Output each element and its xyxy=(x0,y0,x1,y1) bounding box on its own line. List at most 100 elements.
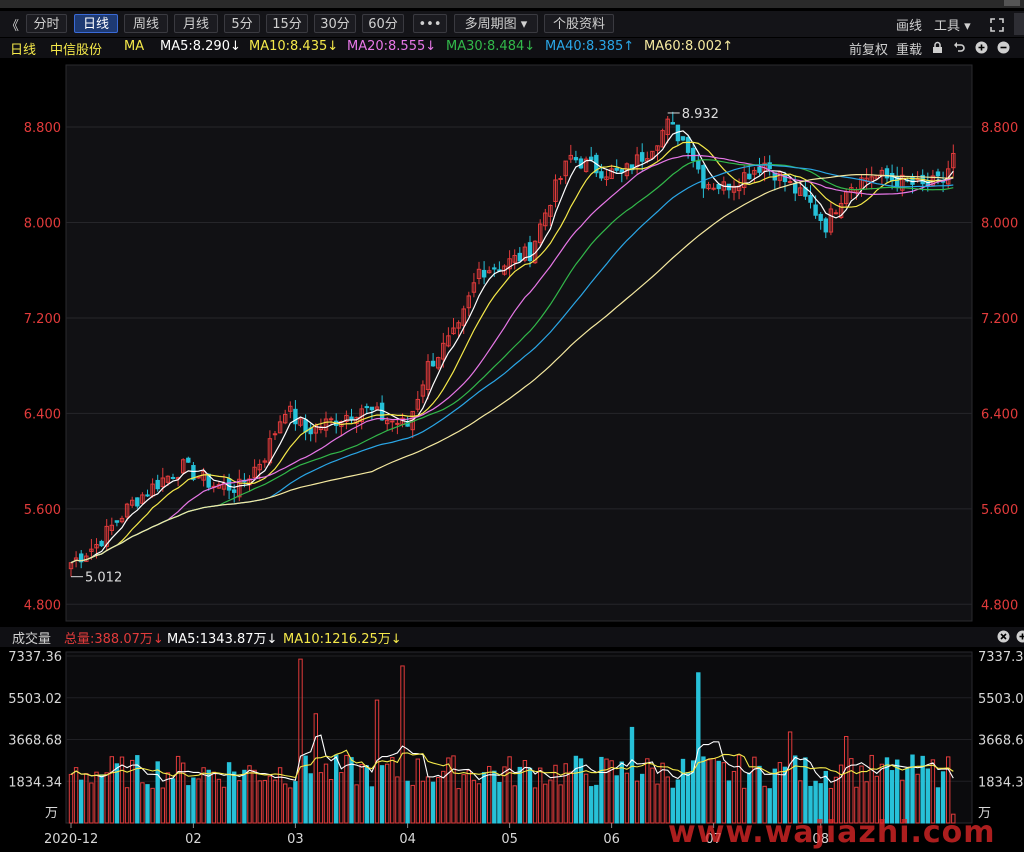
volume-bar xyxy=(680,758,686,824)
volume-bar xyxy=(99,774,104,824)
candle-body xyxy=(696,160,701,170)
volume-bar xyxy=(349,757,354,824)
indicator-info-bar: 日线 中信股份 MA MA5:8.290↓ MA10:8.435↓ MA20:8… xyxy=(0,38,1024,58)
candle-body xyxy=(833,212,839,215)
volume-total: 总量:388.07万↓ xyxy=(64,632,164,647)
search-icon[interactable] xyxy=(1004,0,1020,6)
volume-bar xyxy=(599,756,604,824)
scroll-handle[interactable] xyxy=(1014,13,1024,35)
tab-15min[interactable]: 15分 xyxy=(266,14,308,33)
candle-body xyxy=(757,166,762,173)
tab-weekly[interactable]: 周线 xyxy=(124,14,168,33)
tools-dropdown[interactable]: 工具 ▾ xyxy=(934,15,971,34)
price-tick-left: 5.600 xyxy=(24,503,61,518)
collapse-button[interactable]: 《 xyxy=(6,15,19,34)
candle-body xyxy=(813,204,818,216)
close-icon[interactable] xyxy=(997,630,1010,643)
more-periods-button[interactable]: ••• xyxy=(413,14,447,33)
tab-5min[interactable]: 5分 xyxy=(224,14,260,33)
volume-bar xyxy=(573,755,579,824)
candle-body xyxy=(614,167,619,171)
candle-body xyxy=(573,157,579,161)
fullscreen-icon[interactable] xyxy=(989,17,1005,33)
zoom-in-icon[interactable] xyxy=(975,41,988,54)
candle-body xyxy=(599,171,604,179)
ma30-value: MA30:8.484↓ xyxy=(446,39,536,54)
volume-bar xyxy=(308,773,313,824)
volume-bar xyxy=(145,784,150,824)
ma-label[interactable]: MA xyxy=(124,39,144,54)
tab-daily[interactable]: 日线 xyxy=(74,14,118,33)
top-menu-strip xyxy=(0,0,1024,8)
candle-body xyxy=(670,122,675,125)
volume-bar xyxy=(910,754,915,824)
volume-bar xyxy=(430,781,436,824)
ma10-value: MA10:8.435↓ xyxy=(249,39,339,54)
date-tick-label: 03 xyxy=(287,832,304,847)
volume-tick-left: 5503.02 xyxy=(8,692,62,707)
period-label: 日线 xyxy=(10,43,37,58)
tab-monthly[interactable]: 月线 xyxy=(174,14,218,33)
tab-60min[interactable]: 60分 xyxy=(362,14,404,33)
price-tick-right: 6.400 xyxy=(981,407,1018,422)
candle-body xyxy=(701,165,706,189)
volume-bar xyxy=(206,769,211,824)
volume-bar xyxy=(589,786,594,824)
candle-body xyxy=(691,147,696,162)
candle-body xyxy=(808,195,813,203)
candle-body xyxy=(619,169,624,173)
candle-body xyxy=(369,406,375,411)
candle-body xyxy=(793,182,798,194)
tab-intraday[interactable]: 分时 xyxy=(26,14,67,33)
candle-body xyxy=(884,168,890,179)
candle-body xyxy=(135,497,140,507)
candle-body xyxy=(430,360,436,367)
tab-30min[interactable]: 30分 xyxy=(314,14,356,33)
candle-body xyxy=(787,181,793,184)
price-chart[interactable]: 8.800 8.800 8.000 8.000 7.200 7.200 6.400 6.400… xyxy=(0,58,1024,624)
volume-tick-left: 3668.68 xyxy=(8,734,62,749)
price-tick-right: 5.600 xyxy=(981,503,1018,518)
candle-body xyxy=(114,520,120,523)
volume-tick-right: 5503.02 xyxy=(978,692,1024,707)
candle-body xyxy=(232,489,237,493)
candle-body xyxy=(390,420,395,423)
candle-body xyxy=(328,418,334,421)
ma40-value: MA40:8.385↑ xyxy=(545,39,635,54)
volume-bar xyxy=(369,786,375,824)
lock-icon[interactable] xyxy=(931,41,944,54)
add-indicator-icon[interactable] xyxy=(1016,630,1024,643)
volume-bar xyxy=(629,726,635,824)
price-tick-right: 4.800 xyxy=(981,598,1018,613)
candle-body xyxy=(155,479,160,490)
volume-bar xyxy=(716,760,721,824)
price-tick-left: 4.800 xyxy=(24,598,61,613)
high-price-label: 8.932 xyxy=(682,107,719,122)
price-tick-right: 8.000 xyxy=(981,216,1018,231)
multi-period-dropdown[interactable]: 多周期图 ▾ xyxy=(454,14,538,33)
volume-bar xyxy=(405,780,410,824)
candle-body xyxy=(395,422,400,425)
volume-bar xyxy=(242,769,247,824)
candle-body xyxy=(303,419,308,433)
candle-body xyxy=(823,218,828,233)
volume-bar xyxy=(79,779,84,824)
adjust-mode-button[interactable]: 前复权 xyxy=(849,39,888,58)
draw-line-button[interactable]: 画线 xyxy=(896,15,922,34)
volume-bar xyxy=(614,775,619,824)
stock-info-button[interactable]: 个股资料 xyxy=(544,14,614,33)
ma5-value: MA5:8.290↓ xyxy=(160,39,241,54)
reload-button[interactable]: 重载 xyxy=(896,39,922,58)
volume-tick-right: 7337.36 xyxy=(978,650,1024,665)
zoom-out-icon[interactable] xyxy=(997,41,1010,54)
volume-bar xyxy=(334,754,339,824)
candle-body xyxy=(527,242,533,262)
candle-body xyxy=(293,408,298,425)
volume-tick-right: 3668.68 xyxy=(978,734,1024,749)
candle-body xyxy=(517,252,522,262)
price-tick-right: 7.200 xyxy=(981,312,1018,327)
volume-tick-right: 1834.34 xyxy=(978,775,1024,790)
volume-info-bar: 成交量 总量:388.07万↓ MA5:1343.87万↓ MA10:1216.… xyxy=(0,627,1024,647)
undo-icon[interactable] xyxy=(953,41,966,54)
volume-bar xyxy=(186,785,191,824)
